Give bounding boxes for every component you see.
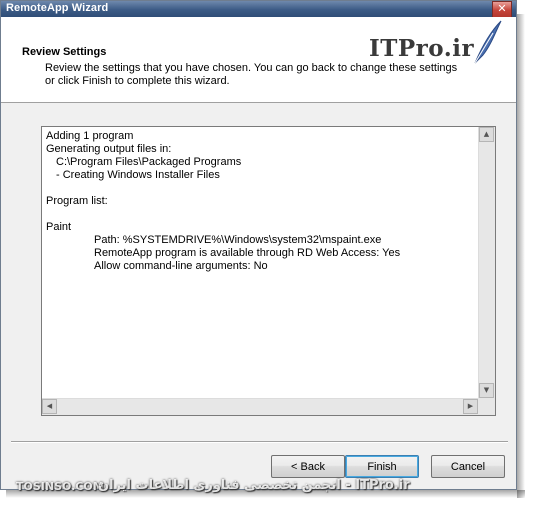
footer-divider bbox=[11, 441, 508, 443]
summary-line: Allow command-line arguments: No bbox=[94, 260, 268, 272]
vertical-scrollbar[interactable]: ▲ ▼ bbox=[478, 127, 495, 398]
arrow-down-icon: ▼ bbox=[483, 386, 490, 394]
arrow-right-icon: ▶ bbox=[467, 402, 474, 410]
page-description: Review the settings that you have chosen… bbox=[45, 62, 458, 87]
wizard-header: Review Settings Review the settings that… bbox=[1, 17, 516, 103]
summary-line: C:\Program Files\Packaged Programs bbox=[56, 156, 242, 168]
summary-line: - Creating Windows Installer Files bbox=[56, 169, 220, 181]
summary-line: Path: %SYSTEMDRIVE%\Windows\system32\msp… bbox=[94, 234, 382, 246]
watermark: TOSINSO.COM انجمن تخصصی فناوری اطلاعات ا… bbox=[16, 478, 516, 498]
scroll-left-button[interactable]: ◀ bbox=[42, 399, 57, 414]
scrollbar-corner bbox=[478, 398, 495, 415]
summary-text: Adding 1 program Generating output files … bbox=[46, 130, 475, 273]
cancel-button[interactable]: Cancel bbox=[431, 455, 505, 478]
page-title: Review Settings bbox=[22, 46, 107, 58]
title-bar[interactable]: RemoteApp Wizard ✕ bbox=[1, 1, 516, 18]
summary-line bbox=[46, 182, 475, 195]
summary-line: Adding 1 program bbox=[46, 130, 134, 142]
summary-textbox[interactable]: Adding 1 program Generating output files … bbox=[41, 126, 496, 416]
summary-line: Generating output files in: bbox=[46, 143, 172, 155]
brand-logo-text: ITPro.ir bbox=[369, 35, 475, 62]
back-button[interactable]: < Back bbox=[271, 455, 345, 478]
feather-icon bbox=[474, 20, 502, 64]
summary-line bbox=[46, 208, 475, 221]
scroll-down-button[interactable]: ▼ bbox=[479, 383, 494, 398]
arrow-up-icon: ▲ bbox=[483, 130, 490, 138]
close-icon: ✕ bbox=[497, 2, 507, 15]
arrow-left-icon: ◀ bbox=[46, 402, 53, 410]
summary-line: Program list: bbox=[46, 195, 108, 207]
finish-button[interactable]: Finish bbox=[345, 455, 419, 478]
close-button[interactable]: ✕ bbox=[492, 1, 512, 18]
watermark-left: TOSINSO.COM bbox=[16, 480, 104, 493]
horizontal-scrollbar[interactable]: ◀ ▶ bbox=[42, 398, 478, 415]
cancel-button-label: Cancel bbox=[450, 460, 486, 473]
window-title: RemoteApp Wizard bbox=[6, 2, 109, 14]
summary-line: RemoteApp program is available through R… bbox=[94, 247, 401, 259]
summary-line: Paint bbox=[46, 221, 72, 233]
wizard-window: RemoteApp Wizard ✕ Review Settings Revie… bbox=[0, 0, 517, 490]
scroll-up-button[interactable]: ▲ bbox=[479, 127, 494, 142]
watermark-right: انجمن تخصصی فناوری اطلاعات ایران - ITPro… bbox=[98, 478, 410, 493]
finish-button-label: Finish bbox=[367, 460, 397, 473]
scroll-right-button[interactable]: ▶ bbox=[463, 399, 478, 414]
back-button-label: < Back bbox=[291, 460, 325, 473]
